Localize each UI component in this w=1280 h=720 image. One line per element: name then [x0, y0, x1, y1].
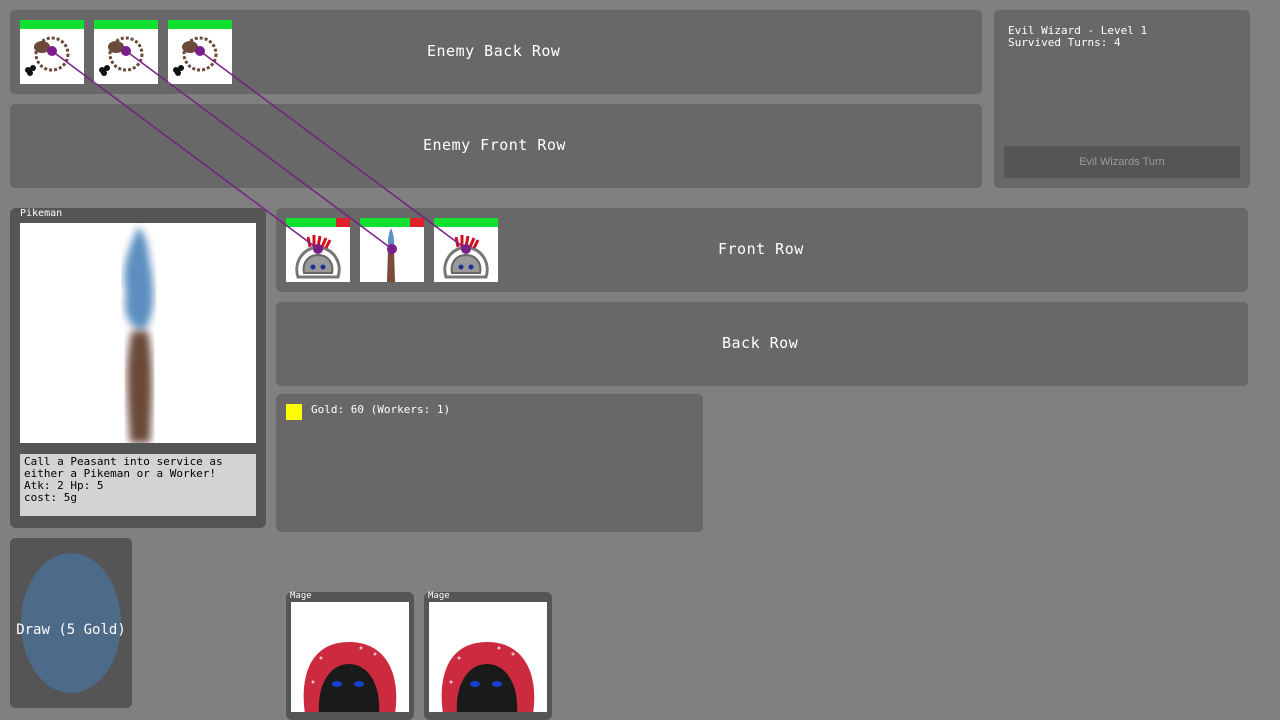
enemy-unit-wormhole-1[interactable] — [20, 20, 84, 84]
hand-card-title: Mage — [290, 591, 312, 601]
enemy-front-row-label: Enemy Front Row — [423, 136, 566, 154]
enemy-unit-hp-fill — [168, 20, 232, 29]
gold-text: Gold: 60 (Workers: 1) — [311, 403, 451, 416]
enemy-unit-wormhole-3[interactable] — [168, 20, 232, 84]
enemy-unit-wormhole-2[interactable] — [94, 20, 158, 84]
wormhole-sprite — [99, 36, 144, 76]
card-detail-panel: Pikeman Call a Peasant into service as e… — [10, 208, 266, 528]
mage-art — [441, 642, 535, 712]
gold-icon — [286, 404, 302, 420]
card-detail-art — [20, 223, 256, 443]
hand-card-art — [291, 602, 409, 712]
player-unit-hp-bar — [286, 218, 350, 227]
mage-art — [303, 642, 397, 712]
hand-card-title: Mage — [428, 591, 450, 601]
draw-label[interactable]: Draw (5 Gold) — [10, 622, 132, 638]
enemy-info-panel: Evil Wizard - Level 1 Survived Turns: 4 … — [994, 10, 1250, 188]
enemy-unit-hp-bar — [168, 20, 232, 29]
gold-panel: Gold: 60 (Workers: 1) — [276, 394, 703, 532]
enemy-front-row[interactable]: Enemy Front Row — [10, 104, 982, 188]
mage-sprite — [443, 235, 489, 279]
hand-card-art — [429, 602, 547, 712]
card-detail-description: Call a Peasant into service as either a … — [20, 454, 256, 516]
mage-sprite — [295, 235, 341, 279]
card-detail-title: Pikeman — [20, 208, 63, 219]
draw-area: Draw (5 Gold) — [10, 538, 132, 708]
pikeman-art — [124, 227, 154, 443]
hand-card-mage-2[interactable]: Mage — [424, 591, 552, 720]
enemy-unit-hp-fill — [94, 20, 158, 29]
player-unit-hp-fill — [434, 218, 498, 227]
enemy-unit-hp-bar — [94, 20, 158, 29]
player-unit-hp-bar — [434, 218, 498, 227]
player-unit-hp-fill — [286, 218, 336, 227]
description-line: cost: 5g — [24, 491, 77, 504]
wormhole-sprite — [25, 36, 70, 76]
player-unit-hp-fill — [360, 218, 410, 227]
turn-button[interactable]: Evil Wizards Turn — [1004, 146, 1240, 178]
player-unit-mage-1[interactable] — [286, 218, 350, 282]
player-unit-pikeman[interactable] — [360, 218, 424, 282]
back-row-label: Back Row — [722, 334, 799, 352]
player-unit-mage-2[interactable] — [434, 218, 498, 282]
back-row[interactable]: Back Row — [276, 302, 1248, 386]
front-row-label: Front Row — [718, 240, 804, 258]
hand-card-mage-1[interactable]: Mage — [286, 591, 414, 720]
wormhole-sprite — [173, 36, 218, 76]
enemy-unit-hp-fill — [20, 20, 84, 29]
survived-turns: Survived Turns: 4 — [1008, 36, 1121, 49]
enemy-back-row-label: Enemy Back Row — [427, 42, 561, 60]
enemy-unit-hp-bar — [20, 20, 84, 29]
player-unit-hp-bar — [360, 218, 424, 227]
pikeman-sprite — [387, 228, 397, 282]
